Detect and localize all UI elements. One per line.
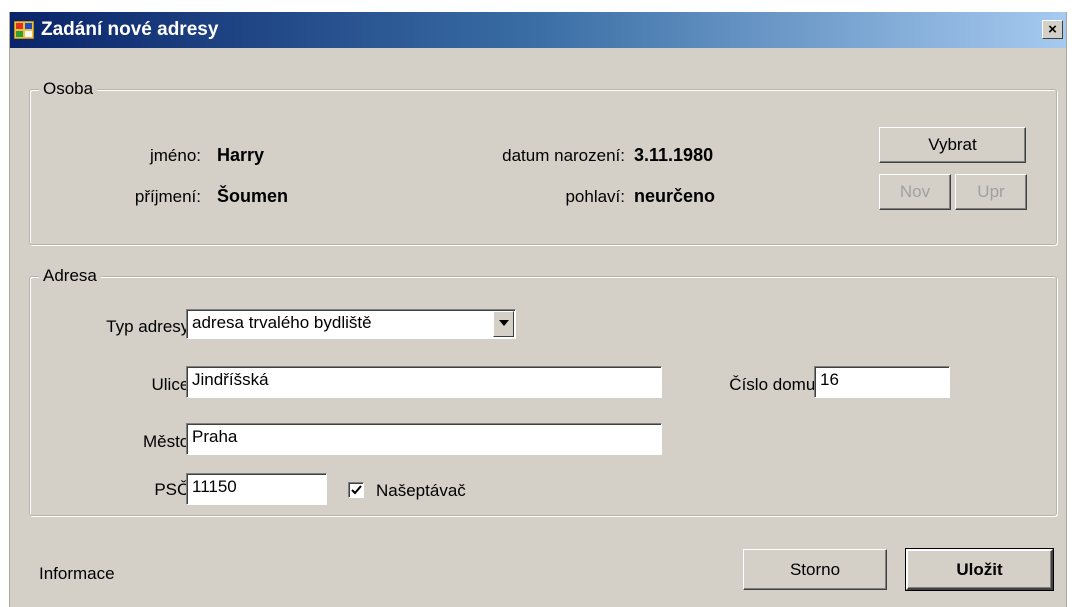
checkmark-icon xyxy=(351,485,362,495)
nov-button[interactable]: Nov xyxy=(879,174,951,210)
datum-narozeni-value: 3.11.1980 xyxy=(634,145,714,165)
prijmeni-label: příjmení: xyxy=(134,187,201,206)
vybrat-button[interactable]: Vybrat xyxy=(879,127,1026,163)
cislo-domu-input[interactable]: 16 xyxy=(814,366,950,398)
close-icon: × xyxy=(1048,21,1057,38)
cislo-domu-label: Číslo domu: xyxy=(729,375,820,394)
mesto-input[interactable]: Praha xyxy=(186,423,662,455)
jmeno-value: Harry xyxy=(217,145,265,165)
pohlavi-label: pohlaví: xyxy=(565,187,625,206)
typ-adresy-label: Typ adresy: xyxy=(106,317,194,336)
naseptavac-checkbox[interactable] xyxy=(348,482,364,498)
adresa-group: Adresa Typ adresy: adresa trvalého bydli… xyxy=(29,266,1057,516)
ulice-input[interactable]: Jindříšská xyxy=(186,366,662,398)
window-title: Zadání nové adresy xyxy=(41,19,219,40)
datum-narozeni-label: datum narození: xyxy=(502,146,625,165)
typ-adresy-select[interactable]: adresa trvalého bydliště xyxy=(186,309,516,339)
psc-input[interactable]: 11150 xyxy=(186,473,327,505)
window-app-icon xyxy=(13,20,35,40)
ulozit-button[interactable]: Uložit xyxy=(905,548,1054,591)
title-bar[interactable]: Zadání nové adresy × xyxy=(10,12,1066,48)
informace-label: Informace xyxy=(39,564,115,583)
jmeno-label: jméno: xyxy=(149,146,201,165)
close-button[interactable]: × xyxy=(1042,20,1063,39)
pohlavi-value: neurčeno xyxy=(634,186,716,206)
upr-button[interactable]: Upr xyxy=(955,174,1027,210)
osoba-legend: Osoba xyxy=(39,79,98,99)
storno-button[interactable]: Storno xyxy=(743,549,887,590)
osoba-group: Osoba jméno: Harry příjmení: Šoumen datu… xyxy=(29,79,1057,245)
naseptavac-label[interactable]: Našeptávač xyxy=(376,481,466,501)
dialog-window: Zadání nové adresy × Osoba jméno: Harry … xyxy=(9,12,1067,607)
prijmeni-value: Šoumen xyxy=(217,186,289,206)
adresa-legend: Adresa xyxy=(39,266,101,286)
chevron-down-icon[interactable] xyxy=(493,311,514,337)
typ-adresy-value: adresa trvalého bydliště xyxy=(192,313,372,332)
